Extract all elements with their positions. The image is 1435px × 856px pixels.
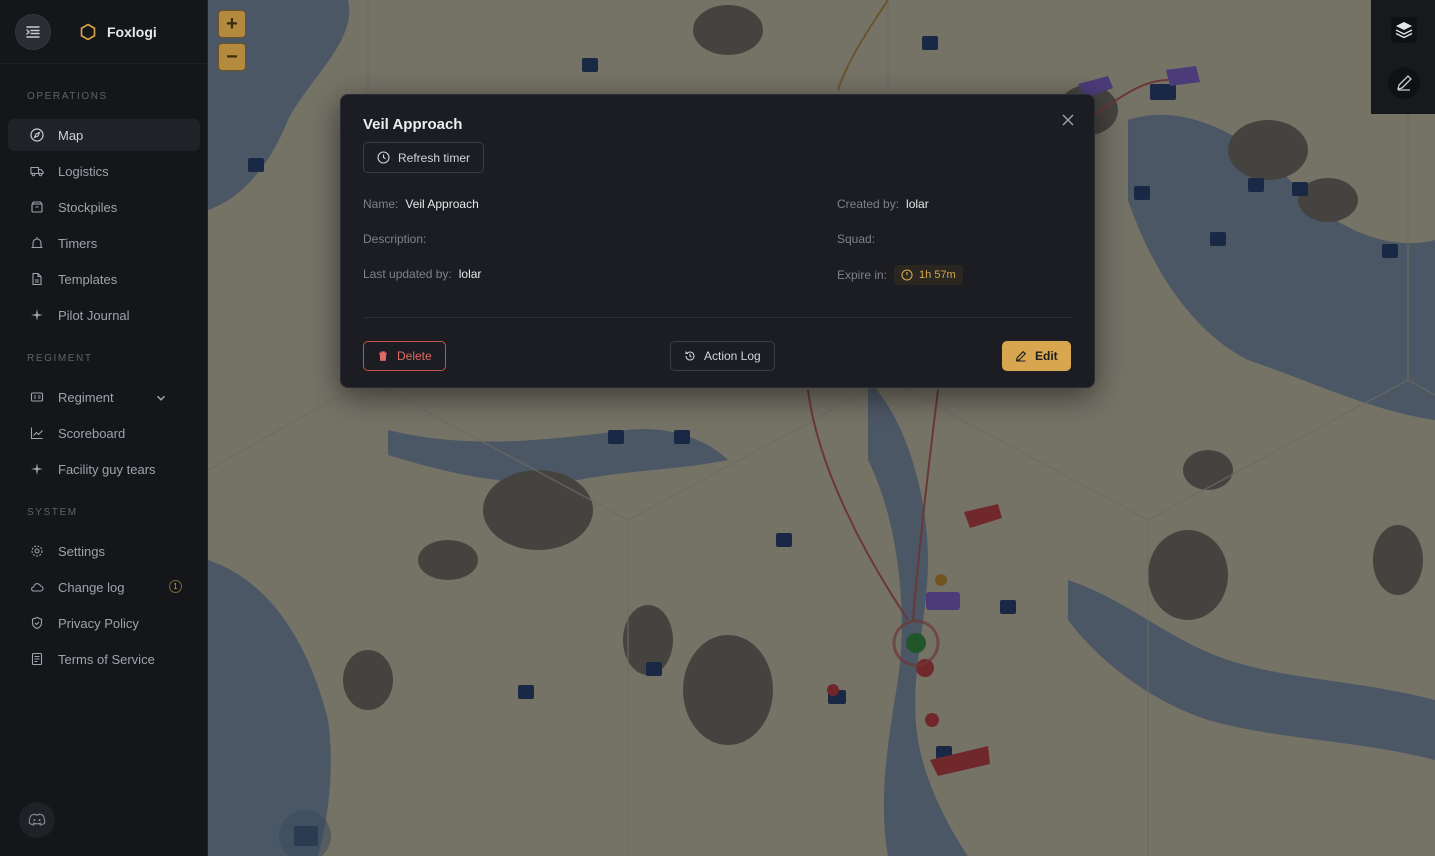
close-icon[interactable] — [1060, 112, 1076, 128]
discord-icon — [28, 813, 46, 826]
sidebar-item-label: Change log — [58, 579, 125, 595]
alarm-icon — [31, 237, 43, 249]
field-value: lolar — [906, 197, 929, 211]
sidebar-item-label: Pilot Journal — [58, 307, 130, 323]
field-expire-in: Expire in: 1h 57m — [837, 265, 963, 285]
id-card-icon — [30, 392, 44, 402]
shield-icon — [31, 616, 43, 630]
field-value: lolar — [458, 267, 482, 281]
sidebar-item-label: Facility guy tears — [58, 461, 156, 477]
sidebar-item-label: Privacy Policy — [58, 615, 139, 631]
section-title-operations: OPERATIONS — [27, 91, 108, 102]
trash-icon — [379, 351, 387, 361]
menu-toggle-button[interactable] — [15, 13, 51, 50]
modal-title: Veil Approach — [363, 116, 463, 133]
pencil-icon — [1388, 67, 1420, 99]
field-label: Expire in: — [837, 268, 888, 282]
brand-row: Foxlogi — [0, 0, 207, 64]
history-icon — [685, 351, 695, 361]
change-log-badge: 1 — [169, 580, 182, 593]
sidebar-item-label: Scoreboard — [58, 425, 126, 441]
zoom-out-button[interactable]: − — [218, 43, 246, 71]
sidebar-item-privacy-policy[interactable]: Privacy Policy — [8, 607, 200, 639]
field-label: Name: — [363, 197, 399, 211]
section-title-system: SYSTEM — [27, 507, 78, 518]
field-squad: Squad: — [837, 232, 882, 246]
sidebar-item-label: Regiment — [58, 389, 114, 405]
sidebar-item-timers[interactable]: Timers — [8, 227, 200, 259]
edit-map-button[interactable] — [1383, 62, 1425, 104]
edit-label: Edit — [1035, 349, 1058, 363]
sidebar-item-change-log[interactable]: Change log 1 — [8, 571, 200, 603]
sidebar-item-scoreboard[interactable]: Scoreboard — [8, 417, 200, 449]
edit-button[interactable]: Edit — [1002, 341, 1071, 371]
sidebar-item-regiment[interactable]: Regiment — [8, 381, 200, 413]
file-icon — [32, 272, 42, 286]
sidebar-item-stockpiles[interactable]: Stockpiles — [8, 191, 200, 223]
field-label: Last updated by: — [363, 267, 452, 281]
chart-icon — [30, 427, 43, 440]
clock-icon — [377, 151, 390, 164]
sidebar: Foxlogi OPERATIONS Map Logistics Stockpi… — [0, 0, 208, 856]
sidebar-item-settings[interactable]: Settings — [8, 535, 200, 567]
field-name: Name: Veil Approach — [363, 197, 479, 211]
pencil-icon — [1015, 350, 1027, 362]
sidebar-item-label: Map — [58, 127, 84, 143]
action-log-label: Action Log — [704, 349, 761, 363]
menu-icon — [26, 25, 40, 38]
plane-icon — [31, 309, 43, 321]
sidebar-item-label: Terms of Service — [58, 651, 155, 667]
sidebar-item-label: Timers — [58, 235, 98, 251]
zoom-in-button[interactable]: + — [218, 10, 246, 38]
field-created-by: Created by: lolar — [837, 197, 929, 211]
sidebar-item-label: Stockpiles — [58, 199, 118, 215]
map-tools-panel — [1371, 0, 1435, 114]
sidebar-item-templates[interactable]: Templates — [8, 263, 200, 295]
sidebar-item-label: Settings — [58, 543, 105, 559]
sidebar-item-label: Templates — [58, 271, 118, 287]
box-icon — [31, 201, 43, 213]
sidebar-item-facility-guy-tears[interactable]: Facility guy tears — [8, 453, 200, 485]
delete-label: Delete — [397, 349, 432, 363]
field-description: Description: — [363, 232, 433, 246]
section-title-regiment: REGIMENT — [27, 353, 93, 364]
delete-button[interactable]: Delete — [363, 341, 446, 371]
timer-details-modal: Veil Approach Refresh timer Name: Veil A… — [340, 94, 1095, 388]
discord-button[interactable] — [19, 802, 55, 838]
sidebar-item-map[interactable]: Map — [8, 119, 200, 151]
field-label: Squad: — [837, 232, 876, 246]
modal-divider — [363, 317, 1072, 318]
sidebar-item-logistics[interactable]: Logistics — [8, 155, 200, 187]
hexagon-logo-icon — [80, 23, 96, 40]
refresh-timer-button[interactable]: Refresh timer — [363, 142, 485, 173]
document-icon — [31, 652, 43, 666]
chevron-down-icon — [156, 395, 166, 401]
sidebar-item-pilot-journal[interactable]: Pilot Journal — [8, 299, 200, 331]
cloud-icon — [31, 583, 44, 592]
field-last-updated-by: Last updated by: lolar — [363, 267, 481, 281]
field-value: Veil Approach — [405, 197, 479, 211]
action-log-button[interactable]: Action Log — [670, 341, 775, 371]
brand-name[interactable]: Foxlogi — [107, 24, 157, 40]
field-label: Created by: — [837, 197, 900, 211]
layers-icon — [1391, 17, 1417, 43]
refresh-timer-label: Refresh timer — [398, 150, 471, 165]
sidebar-item-terms-of-service[interactable]: Terms of Service — [8, 643, 200, 675]
plane-icon — [31, 463, 43, 475]
clock-icon — [901, 269, 913, 281]
truck-icon — [30, 166, 44, 177]
expire-value: 1h 57m — [919, 269, 956, 281]
field-label: Description: — [363, 232, 427, 246]
expire-badge: 1h 57m — [894, 265, 963, 285]
sidebar-item-label: Logistics — [58, 163, 109, 179]
gear-icon — [31, 545, 43, 557]
compass-icon — [30, 128, 44, 142]
layers-button[interactable] — [1383, 9, 1425, 51]
